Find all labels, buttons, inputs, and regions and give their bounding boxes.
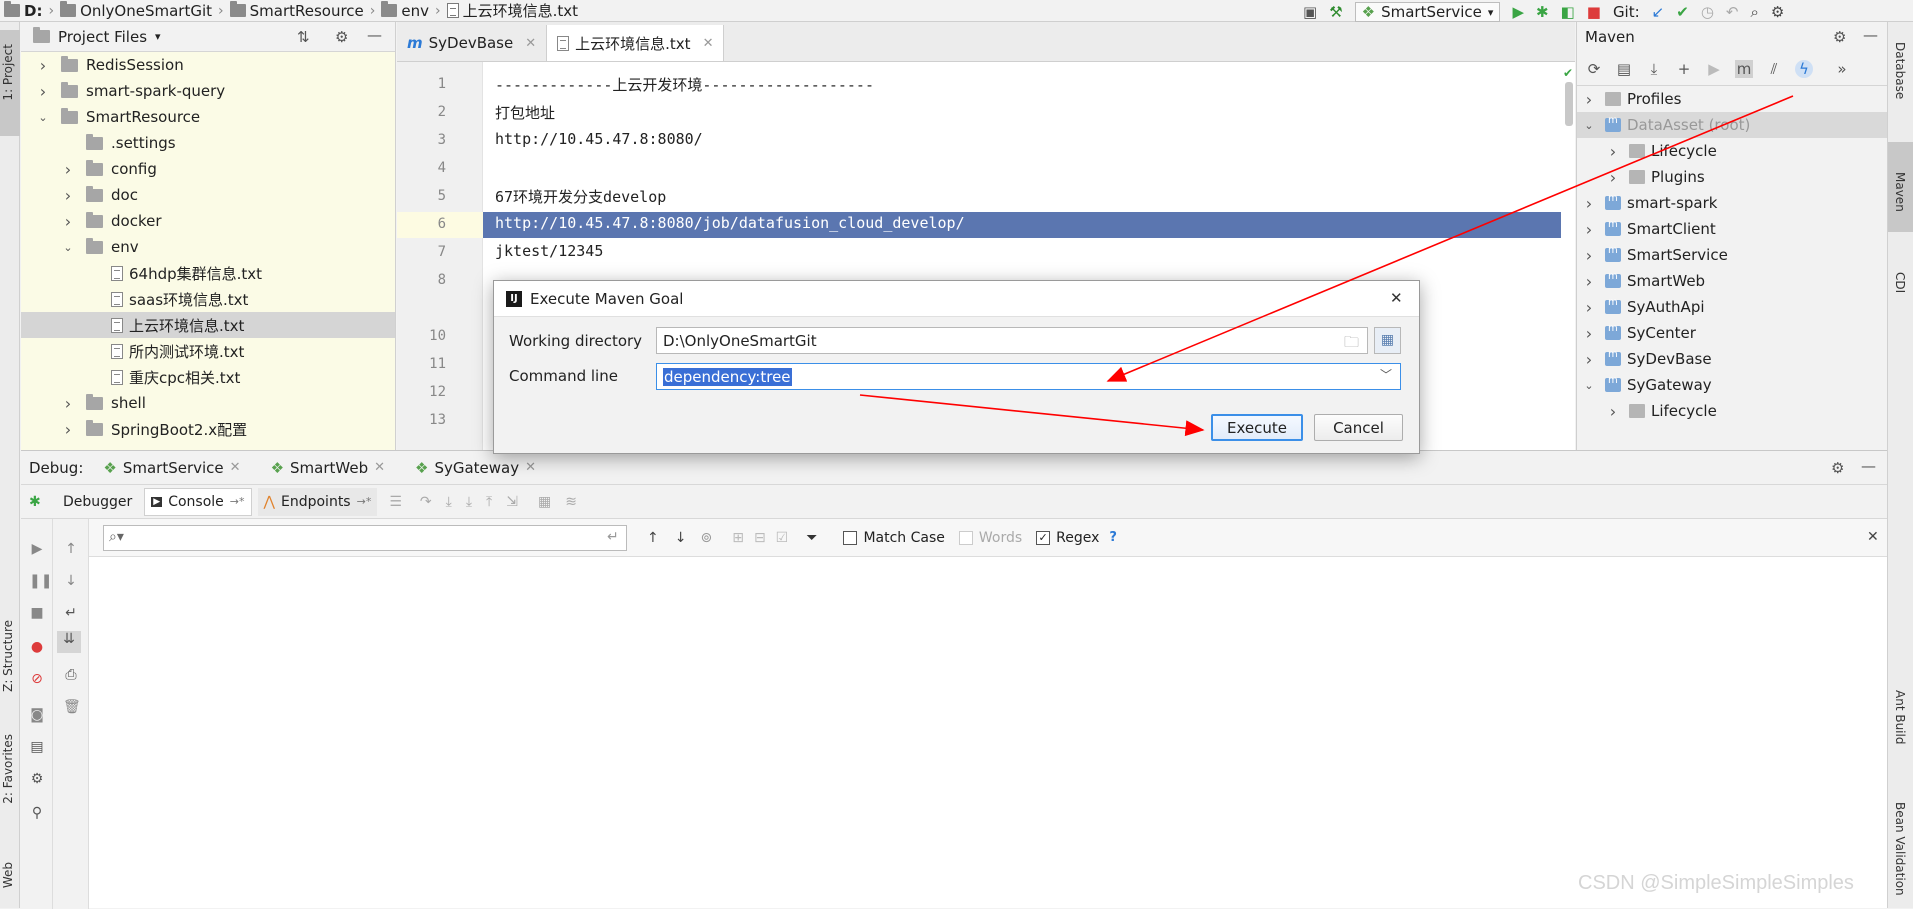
watermark: CSDN @SimpleSimpleSimples xyxy=(1578,872,1854,894)
arrow-to-execute xyxy=(859,394,1205,437)
arrow-to-command-line xyxy=(1106,95,1794,382)
annotation-arrows xyxy=(859,95,1794,437)
